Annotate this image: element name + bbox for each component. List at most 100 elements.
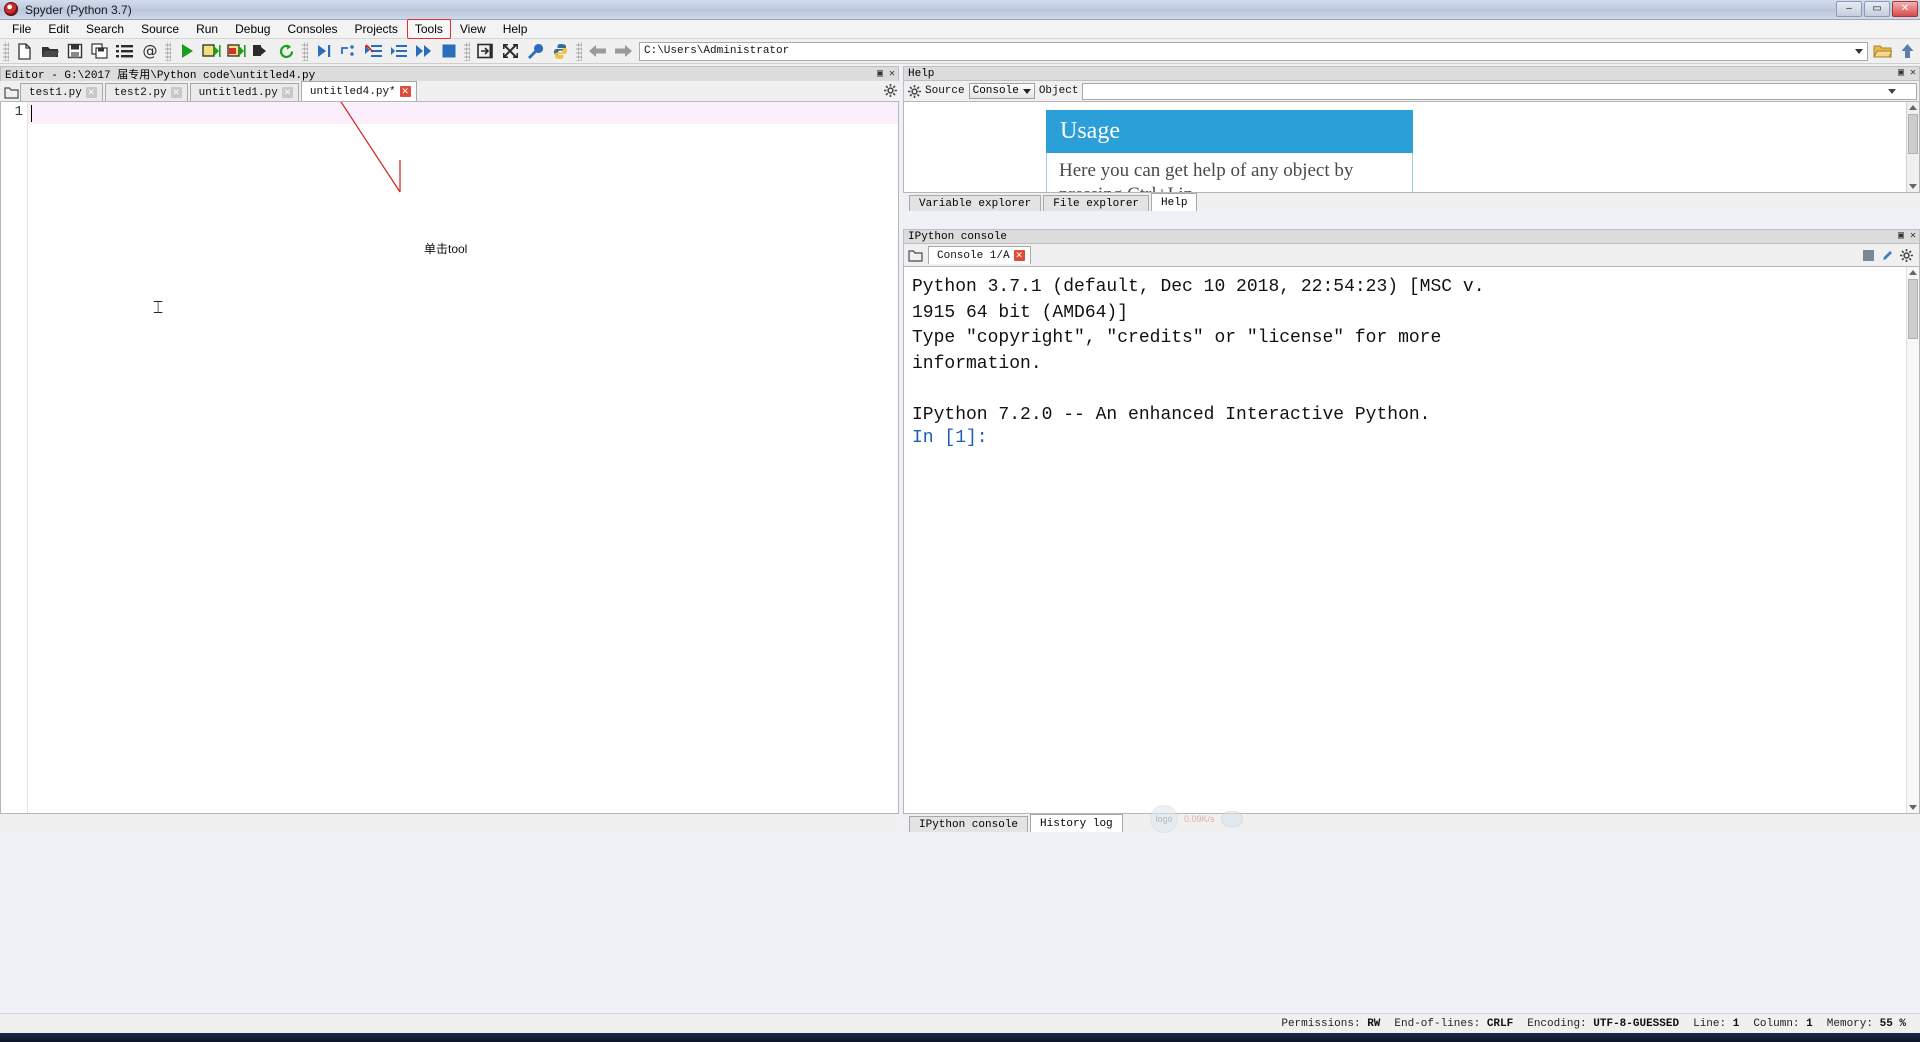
toolbar-grip-3[interactable] xyxy=(302,41,308,61)
status-encoding: Encoding: UTF-8-GUESSED xyxy=(1527,1018,1679,1030)
run-cell-advance-icon[interactable] xyxy=(224,40,249,63)
at-sign-icon[interactable]: @ xyxy=(137,40,162,63)
scrollbar-thumb[interactable] xyxy=(1908,114,1918,154)
menu-file[interactable]: File xyxy=(4,19,39,39)
scroll-down-arrow-icon[interactable] xyxy=(1909,184,1917,189)
menu-run[interactable]: Run xyxy=(188,19,226,39)
folder-open-icon[interactable] xyxy=(1870,40,1895,63)
debug-icon[interactable] xyxy=(311,40,336,63)
tab-ipython-console[interactable]: IPython console xyxy=(909,816,1029,832)
chevron-down-icon[interactable] xyxy=(1855,48,1863,54)
browse-tabs-folder-icon[interactable] xyxy=(2,83,20,101)
console-vertical-scrollbar[interactable] xyxy=(1906,267,1919,813)
help-vertical-scrollbar[interactable] xyxy=(1906,102,1919,192)
run-selection-icon[interactable] xyxy=(249,40,274,63)
fullscreen-icon[interactable] xyxy=(498,40,523,63)
help-toolbar: Source Console Object xyxy=(903,81,1920,101)
taskbar-strip xyxy=(0,1033,1920,1042)
close-icon[interactable]: ✕ xyxy=(85,87,97,98)
step-over-icon[interactable] xyxy=(336,40,361,63)
back-arrow-icon[interactable] xyxy=(585,40,610,63)
toolbar-grip-5[interactable] xyxy=(576,41,582,61)
console-tab-1a[interactable]: Console 1/A ✕ xyxy=(928,246,1031,264)
open-file-icon[interactable] xyxy=(37,40,62,63)
editor-tab-test1[interactable]: test1.py ✕ xyxy=(20,83,103,101)
arrow-up-icon[interactable] xyxy=(1895,40,1920,63)
run-icon[interactable] xyxy=(174,40,199,63)
close-icon[interactable]: ✕ xyxy=(399,86,411,97)
editor-tab-untitled4[interactable]: untitled4.py* ✕ xyxy=(300,81,417,101)
close-icon[interactable]: ✕ xyxy=(1013,250,1025,261)
toolbar-grip-4[interactable] xyxy=(464,41,470,61)
menu-edit[interactable]: Edit xyxy=(40,19,77,39)
menu-tools[interactable]: Tools xyxy=(406,19,451,39)
toolbar-grip[interactable] xyxy=(3,41,9,61)
help-object-input[interactable] xyxy=(1082,82,1917,100)
step-return-icon[interactable] xyxy=(386,40,411,63)
menu-view[interactable]: View xyxy=(452,19,494,39)
editor-body[interactable]: 1 ⌶ 单击tool xyxy=(0,102,899,814)
toolbar-grip-2[interactable] xyxy=(165,41,171,61)
chevron-down-icon xyxy=(1022,88,1031,94)
pythonpath-icon[interactable] xyxy=(548,40,573,63)
editor-tab-test2[interactable]: test2.py ✕ xyxy=(104,83,188,101)
tab-history-log[interactable]: History log xyxy=(1030,814,1123,832)
preferences-wrench-icon[interactable] xyxy=(523,40,548,63)
spyder-window: Spyder (Python 3.7) – ▭ ✕ File Edit Sear… xyxy=(0,0,1920,1042)
scroll-up-arrow-icon[interactable] xyxy=(1909,105,1917,110)
scroll-up-arrow-icon[interactable] xyxy=(1909,270,1917,275)
menu-consoles[interactable]: Consoles xyxy=(279,19,345,39)
re-run-icon[interactable] xyxy=(274,40,299,63)
menu-projects[interactable]: Projects xyxy=(347,19,406,39)
close-button[interactable]: ✕ xyxy=(1892,1,1918,17)
minimize-button[interactable]: – xyxy=(1836,1,1862,17)
console-browse-folder-icon[interactable] xyxy=(908,249,923,262)
tab-file-explorer[interactable]: File explorer xyxy=(1043,195,1150,211)
status-column-value: 1 xyxy=(1806,1017,1813,1030)
editor-tab-untitled1[interactable]: untitled1.py ✕ xyxy=(189,83,299,101)
help-close-button[interactable]: ✕ xyxy=(1907,67,1919,80)
editor-close-button[interactable]: ✕ xyxy=(886,68,898,81)
menu-search[interactable]: Search xyxy=(78,19,132,39)
save-file-icon[interactable] xyxy=(62,40,87,63)
scroll-down-arrow-icon[interactable] xyxy=(1909,805,1917,810)
chevron-down-icon[interactable] xyxy=(1888,88,1896,94)
path-input[interactable]: C:\Users\Administrator xyxy=(639,41,1868,61)
run-cell-icon[interactable] xyxy=(199,40,224,63)
editor-pane-title: Editor - G:\2017 届专用\Python code\untitle… xyxy=(0,66,899,82)
console-close-button[interactable]: ✕ xyxy=(1907,230,1919,243)
console-options-gear-icon[interactable] xyxy=(1900,248,1913,262)
menu-help[interactable]: Help xyxy=(495,19,536,39)
help-source-select[interactable]: Console xyxy=(968,83,1035,99)
console-stop-square-icon[interactable] xyxy=(1862,249,1875,262)
stop-icon[interactable] xyxy=(436,40,461,63)
console-output-area[interactable]: Python 3.7.1 (default, Dec 10 2018, 22:5… xyxy=(903,266,1920,814)
scrollbar-thumb[interactable] xyxy=(1908,279,1918,339)
help-undock-button[interactable]: ▣ xyxy=(1895,67,1907,80)
new-file-icon[interactable] xyxy=(12,40,37,63)
window-title: Spyder (Python 3.7) xyxy=(25,2,132,17)
console-undock-button[interactable]: ▣ xyxy=(1895,230,1907,243)
save-all-icon[interactable] xyxy=(87,40,112,63)
console-tab-label: Console 1/A xyxy=(937,249,1010,262)
maximize-button[interactable]: ▭ xyxy=(1864,1,1890,17)
step-into-icon[interactable] xyxy=(361,40,386,63)
close-icon[interactable]: ✕ xyxy=(281,87,293,98)
forward-arrow-icon[interactable] xyxy=(610,40,635,63)
editor-tab-label: test1.py xyxy=(29,86,82,99)
help-options-gear-icon[interactable] xyxy=(908,84,921,98)
window-controls[interactable]: – ▭ ✕ xyxy=(1836,1,1918,17)
close-icon[interactable]: ✕ xyxy=(170,87,182,98)
tab-help[interactable]: Help xyxy=(1151,193,1198,211)
editor-code-area[interactable]: ⌶ 单击tool xyxy=(28,102,898,813)
maximize-pane-icon[interactable] xyxy=(473,40,498,63)
status-line-key: Line: xyxy=(1693,1017,1727,1030)
editor-options-gear-icon[interactable] xyxy=(881,81,899,99)
file-list-icon[interactable] xyxy=(112,40,137,63)
menu-source[interactable]: Source xyxy=(133,19,187,39)
menu-debug[interactable]: Debug xyxy=(227,19,278,39)
tab-variable-explorer[interactable]: Variable explorer xyxy=(909,195,1042,211)
continue-icon[interactable] xyxy=(411,40,436,63)
editor-undock-button[interactable]: ▣ xyxy=(874,68,886,81)
console-pencil-icon[interactable] xyxy=(1881,249,1894,262)
